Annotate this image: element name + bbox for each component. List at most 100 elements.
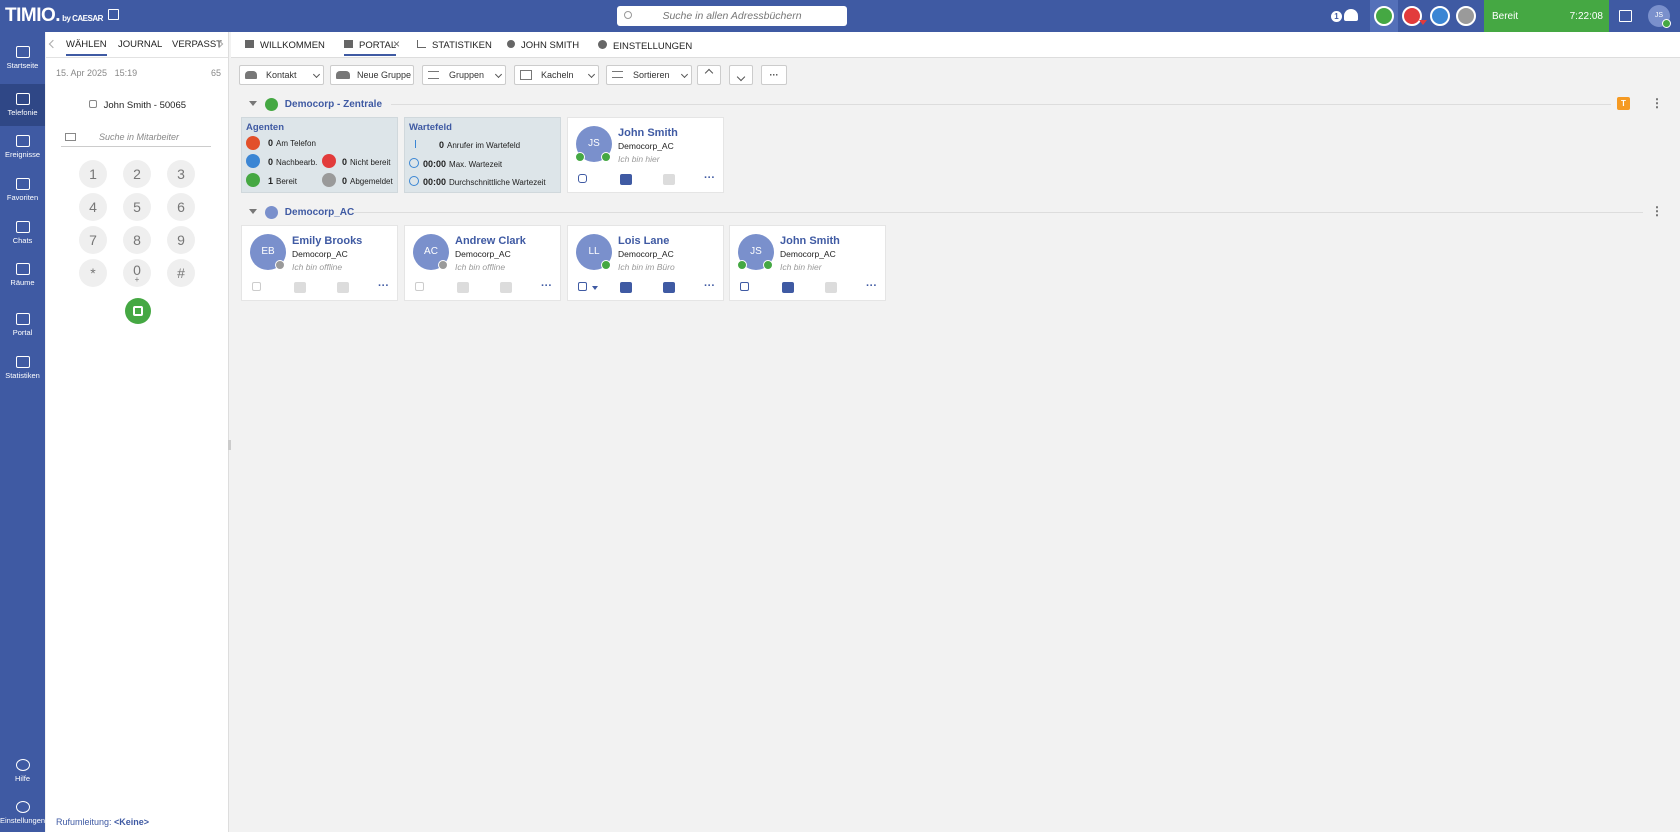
key-1[interactable]: 1 xyxy=(79,160,107,188)
contact-name[interactable]: Lois Lane xyxy=(618,235,669,247)
video-icon[interactable] xyxy=(663,282,675,293)
key-7[interactable]: 7 xyxy=(79,226,107,254)
more-options-button[interactable]: ··· xyxy=(761,65,787,85)
agents-ready: 1 Bereit xyxy=(268,176,297,186)
gruppen-dropdown[interactable]: Gruppen xyxy=(422,65,506,85)
group2-menu-icon[interactable]: ⋮ xyxy=(1651,204,1663,218)
key-6[interactable]: 6 xyxy=(167,193,195,221)
sortieren-dropdown[interactable]: Sortieren xyxy=(606,65,692,85)
forward-row: Rufumleitung: <Keine> xyxy=(56,817,150,827)
headset-icon[interactable] xyxy=(1374,6,1394,26)
tab-waehlen[interactable]: WÄHLEN xyxy=(66,39,107,56)
video-icon[interactable] xyxy=(500,282,512,293)
key-9[interactable]: 9 xyxy=(167,226,195,254)
call-button[interactable] xyxy=(125,298,151,324)
key-0[interactable]: 0 + xyxy=(123,259,151,287)
chat-icon[interactable] xyxy=(620,174,632,185)
kacheln-dropdown[interactable]: Kacheln xyxy=(514,65,599,85)
contact-card[interactable]: AC Andrew Clark Democorp_AC Ich bin offl… xyxy=(404,225,561,301)
wrap-up-icon xyxy=(246,154,260,168)
app-logo: TIMIO. by CAESAR xyxy=(5,5,119,27)
wrap-up-icon[interactable] xyxy=(1430,6,1450,26)
video-icon[interactable] xyxy=(825,282,837,293)
chart-icon xyxy=(417,40,426,48)
logout-icon[interactable] xyxy=(1456,6,1476,26)
agents-on-phone: 0 Am Telefon xyxy=(268,138,316,148)
nav-telefonie[interactable]: Telefonie xyxy=(0,84,45,126)
ready-status-block[interactable]: Bereit 7:22:08 xyxy=(1484,0,1609,32)
expand-all-button[interactable] xyxy=(697,65,721,85)
group1-collapse-icon[interactable] xyxy=(249,101,257,106)
forward-value-link[interactable]: <Keine> xyxy=(114,817,149,827)
call-options-icon[interactable] xyxy=(592,286,598,290)
nav-favoriten[interactable]: Favoriten xyxy=(0,169,45,209)
nav-ereignisse[interactable]: Ereignisse xyxy=(0,126,45,166)
contact-card[interactable]: JS John Smith Democorp_AC Ich bin hier ·… xyxy=(567,117,724,193)
not-ready-icon xyxy=(322,154,336,168)
chat-icon[interactable] xyxy=(782,282,794,293)
phone-icon xyxy=(15,93,30,105)
contact-card[interactable]: JS John Smith Democorp_AC Ich bin hier ·… xyxy=(729,225,886,301)
employee-search-input[interactable]: Suche in Mitarbeiter xyxy=(61,127,211,147)
nav-chats[interactable]: Chats xyxy=(0,212,45,252)
contact-name[interactable]: Andrew Clark xyxy=(455,235,526,247)
more-icon[interactable]: ··· xyxy=(541,281,553,293)
nav-statistiken[interactable]: Statistiken xyxy=(0,347,45,387)
key-hash[interactable]: # xyxy=(167,259,195,287)
collapse-all-button[interactable] xyxy=(729,65,753,85)
chat-icon[interactable] xyxy=(620,282,632,293)
side-navigation: Startseite Telefonie Ereignisse Favorite… xyxy=(0,32,45,832)
more-icon[interactable]: ··· xyxy=(378,281,390,293)
new-group-button[interactable]: Neue Gruppe xyxy=(330,65,414,85)
nav-portal[interactable]: Portal xyxy=(0,304,45,344)
group2-collapse-icon[interactable] xyxy=(249,209,257,214)
key-5[interactable]: 5 xyxy=(123,193,151,221)
call-icon[interactable] xyxy=(415,282,424,291)
contact-card[interactable]: LL Lois Lane Democorp_AC Ich bin im Büro… xyxy=(567,225,724,301)
group1-menu-icon[interactable]: ⋮ xyxy=(1651,96,1663,110)
external-link-icon[interactable] xyxy=(108,9,119,20)
nav-raeume[interactable]: Räume xyxy=(0,254,45,294)
nav-hilfe[interactable]: Hilfe xyxy=(0,750,45,790)
kontakt-dropdown[interactable]: Kontakt xyxy=(239,65,324,85)
contact-name[interactable]: Emily Brooks xyxy=(292,235,362,247)
phonebook-icon[interactable] xyxy=(1619,10,1632,22)
tabs-prev-icon[interactable] xyxy=(48,39,58,49)
contact-name[interactable]: John Smith xyxy=(618,127,678,139)
tab-john-smith[interactable]: JOHN SMITH xyxy=(507,40,579,51)
contact-card[interactable]: EB Emily Brooks Democorp_AC Ich bin offl… xyxy=(241,225,398,301)
nav-einstellungen[interactable]: Einstellungen xyxy=(0,792,45,832)
chat-icon[interactable] xyxy=(294,282,306,293)
chat-icon[interactable] xyxy=(457,282,469,293)
contact-name[interactable]: John Smith xyxy=(780,235,840,247)
call-icon[interactable] xyxy=(740,282,749,291)
nav-startseite[interactable]: Startseite xyxy=(0,37,45,77)
key-star[interactable]: * xyxy=(79,259,107,287)
video-icon[interactable] xyxy=(337,282,349,293)
status-dropdown-icon[interactable] xyxy=(1419,20,1427,25)
tab-journal[interactable]: JOURNAL xyxy=(118,39,162,50)
notification-badge[interactable]: 1 xyxy=(1331,11,1342,22)
call-icon[interactable] xyxy=(578,282,587,291)
global-search-input[interactable]: Suche in allen Adressbüchern xyxy=(617,6,847,26)
main-area: WILLKOMMEN PORTAL × STATISTIKEN JOHN SMI… xyxy=(231,32,1680,832)
key-2[interactable]: 2 xyxy=(123,160,151,188)
more-icon[interactable]: ··· xyxy=(704,281,716,293)
online-status-dot xyxy=(601,152,611,162)
tab-portal[interactable]: PORTAL xyxy=(344,40,397,56)
key-4[interactable]: 4 xyxy=(79,193,107,221)
main-tabs: WILLKOMMEN PORTAL × STATISTIKEN JOHN SMI… xyxy=(231,32,1680,58)
key-8[interactable]: 8 xyxy=(123,226,151,254)
more-icon[interactable]: ··· xyxy=(866,281,878,293)
tab-statistiken[interactable]: STATISTIKEN xyxy=(417,40,492,51)
more-icon[interactable]: ··· xyxy=(704,173,716,185)
call-icon[interactable] xyxy=(578,174,587,183)
user-check-icon[interactable] xyxy=(1344,9,1358,21)
tab-einstellungen[interactable]: EINSTELLUNGEN xyxy=(598,40,692,52)
close-tab-icon[interactable]: × xyxy=(393,37,400,51)
key-3[interactable]: 3 xyxy=(167,160,195,188)
call-icon[interactable] xyxy=(252,282,261,291)
caller-line: John Smith - 50065 xyxy=(46,100,229,111)
video-icon[interactable] xyxy=(663,174,675,185)
tab-willkommen[interactable]: WILLKOMMEN xyxy=(245,40,325,51)
